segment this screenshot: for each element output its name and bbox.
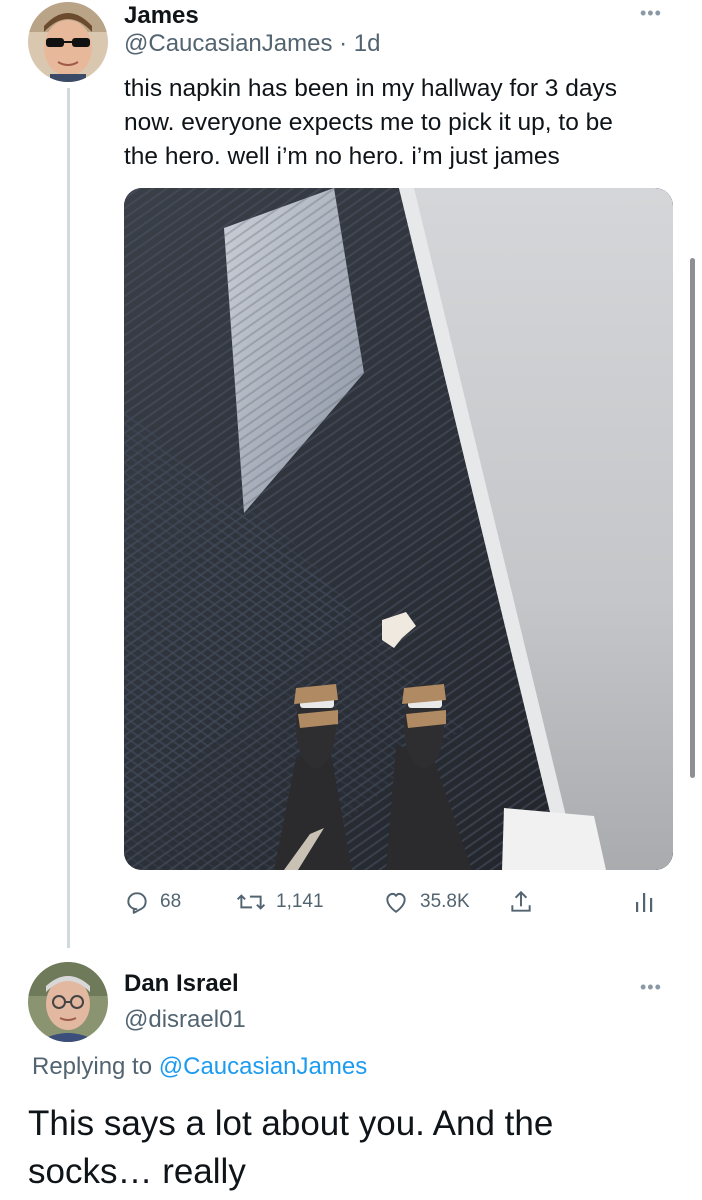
tweet-text-line: now. everyone expects me to pick it up, … xyxy=(124,109,613,136)
reply-count: 68 xyxy=(160,891,182,912)
reply-more-options-icon[interactable]: ••• xyxy=(640,978,662,996)
heart-icon xyxy=(386,892,406,913)
tweet-action-bar: 68 1,141 35.8K xyxy=(124,884,684,920)
photo-illustration xyxy=(124,188,673,870)
reply-text: This says a lot about you. And the socks… xyxy=(28,1100,678,1196)
share-button[interactable] xyxy=(508,884,534,920)
retweet-button[interactable]: 1,141 xyxy=(236,884,324,920)
reply-author-handle[interactable]: @disrael01 xyxy=(124,1006,246,1034)
replying-to-handle-link[interactable]: @CaucasianJames xyxy=(159,1053,367,1080)
reply-author-name[interactable]: Dan Israel xyxy=(124,970,239,998)
reply-text-line: socks… really xyxy=(28,1152,246,1191)
tweet-text-line: the hero. well i’m no hero. i’m just jam… xyxy=(124,143,560,170)
analytics-button[interactable] xyxy=(632,884,656,920)
retweet-count: 1,141 xyxy=(276,891,324,912)
author-name[interactable]: James xyxy=(124,2,199,30)
tweet-text: this napkin has been in my hallway for 3… xyxy=(124,72,684,174)
reply-icon xyxy=(127,892,147,914)
retweet-icon xyxy=(236,894,266,910)
replying-to-label: Replying to xyxy=(32,1053,159,1080)
avatar[interactable] xyxy=(28,2,108,82)
thread-connector-line xyxy=(67,88,70,948)
author-handle-time[interactable]: @CaucasianJames · 1d xyxy=(124,30,380,58)
share-icon xyxy=(511,890,531,912)
more-options-icon[interactable]: ••• xyxy=(640,4,662,22)
like-count: 35.8K xyxy=(420,891,470,912)
reply-avatar[interactable] xyxy=(28,962,108,1042)
analytics-icon xyxy=(636,893,653,912)
like-button[interactable]: 35.8K xyxy=(382,884,470,920)
tweet-photo[interactable] xyxy=(124,188,673,870)
reply-text-line: This says a lot about you. And the xyxy=(28,1104,554,1143)
reply-button[interactable]: 68 xyxy=(124,884,181,920)
replying-to: Replying to @CaucasianJames xyxy=(32,1053,367,1081)
scrollbar[interactable] xyxy=(690,258,695,778)
tweet-text-line: this napkin has been in my hallway for 3… xyxy=(124,75,617,102)
